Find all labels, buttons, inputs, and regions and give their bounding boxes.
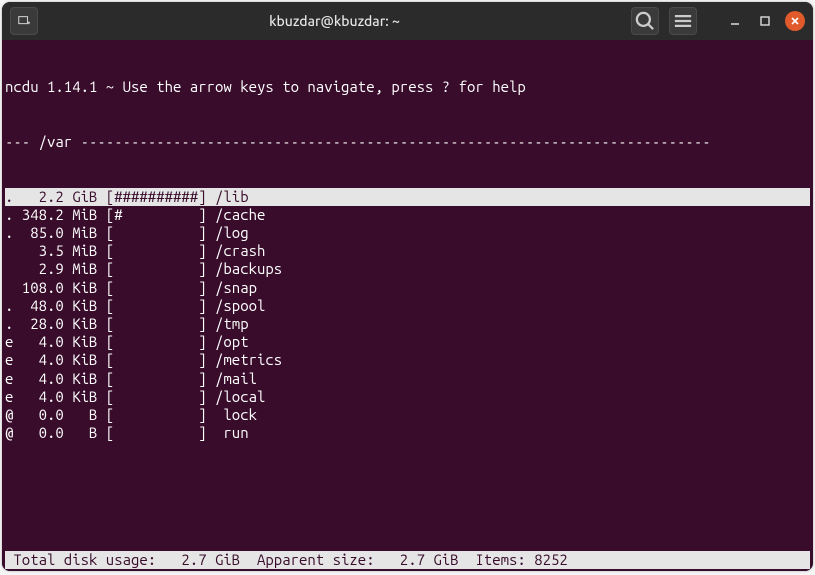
window-title: kbuzdar@kbuzdar: ~ [44, 13, 625, 29]
maximize-icon [759, 15, 771, 27]
list-item[interactable]: e 4.0 KiB [ ] /metrics [5, 351, 810, 369]
ncdu-path-line: --- /var -------------------------------… [5, 133, 810, 151]
new-tab-button[interactable] [10, 7, 38, 35]
current-path: /var [39, 133, 73, 150]
titlebar-right [631, 7, 805, 35]
path-suffix: ----------------------------------------… [72, 133, 710, 150]
list-item[interactable]: 108.0 KiB [ ] /snap [5, 279, 810, 297]
list-item[interactable]: e 4.0 KiB [ ] /local [5, 388, 810, 406]
list-item[interactable]: @ 0.0 B [ ] run [5, 424, 810, 442]
list-item[interactable]: . 85.0 MiB [ ] /log [5, 224, 810, 242]
list-item[interactable]: . 48.0 KiB [ ] /spool [5, 297, 810, 315]
list-item[interactable]: . 348.2 MiB [# ] /cache [5, 206, 810, 224]
minimize-icon [729, 15, 741, 27]
titlebar-left [10, 7, 38, 35]
terminal-window: kbuzdar@kbuzdar: ~ ncdu 1.14.1 ~ Use the… [2, 2, 813, 571]
list-item[interactable]: . 2.2 GiB [##########] /lib [5, 188, 810, 206]
hamburger-menu-button[interactable] [669, 7, 697, 35]
ncdu-header: ncdu 1.14.1 ~ Use the arrow keys to navi… [5, 78, 810, 96]
list-item[interactable]: 2.9 MiB [ ] /backups [5, 260, 810, 278]
minimize-button[interactable] [725, 11, 745, 31]
path-prefix: --- [5, 133, 39, 150]
new-tab-icon [17, 14, 31, 28]
hamburger-icon [670, 8, 696, 34]
list-item[interactable]: e 4.0 KiB [ ] /opt [5, 333, 810, 351]
search-icon [632, 8, 658, 34]
list-item[interactable]: 3.5 MiB [ ] /crash [5, 242, 810, 260]
status-bar: Total disk usage: 2.7 GiB Apparent size:… [5, 551, 810, 569]
list-item[interactable]: @ 0.0 B [ ] lock [5, 406, 810, 424]
terminal-area[interactable]: ncdu 1.14.1 ~ Use the arrow keys to navi… [2, 40, 813, 571]
maximize-button[interactable] [755, 11, 775, 31]
close-button[interactable] [785, 11, 805, 31]
search-button[interactable] [631, 7, 659, 35]
list-item[interactable]: . 28.0 KiB [ ] /tmp [5, 315, 810, 333]
close-icon [789, 15, 801, 27]
list-item[interactable]: e 4.0 KiB [ ] /mail [5, 370, 810, 388]
titlebar: kbuzdar@kbuzdar: ~ [2, 2, 813, 40]
file-list: . 2.2 GiB [##########] /lib. 348.2 MiB [… [5, 188, 810, 443]
